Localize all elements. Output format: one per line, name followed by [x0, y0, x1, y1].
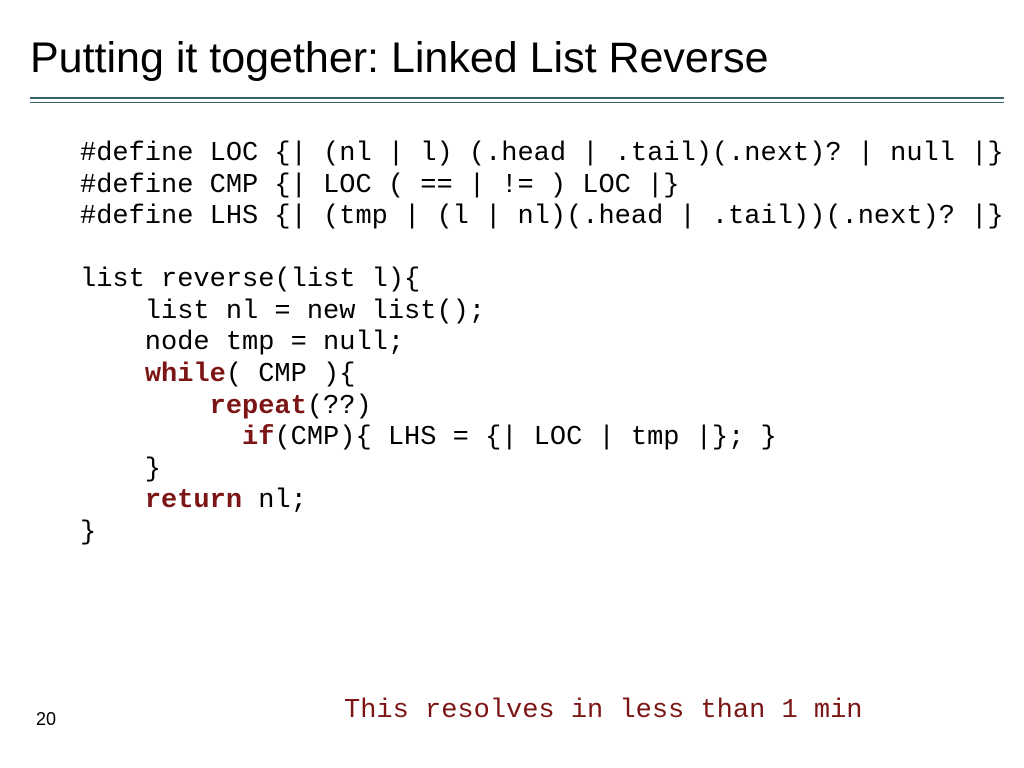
code-line-7: node tmp = null; — [80, 328, 404, 358]
code-line-3: #define LHS {| (tmp | (l | nl)(.head | .… — [80, 202, 1004, 232]
code-line-10: if(CMP){ LHS = {| LOC | tmp |}; } — [80, 423, 777, 453]
code-line-2: #define CMP {| LOC ( == | != ) LOC |} — [80, 171, 680, 201]
footnote: This resolves in less than 1 min — [344, 696, 862, 726]
code-line-12: return nl; — [80, 486, 307, 516]
code-line-1: #define LOC {| (nl | l) (.head | .tail)(… — [80, 139, 1004, 169]
code-block: #define LOC {| (nl | l) (.head | .tail)(… — [80, 139, 1004, 550]
code-line-13: } — [80, 518, 96, 548]
title-rule — [30, 97, 1004, 103]
code-line-11: } — [80, 455, 161, 485]
kw-if: if — [242, 423, 274, 453]
slide: Putting it together: Linked List Reverse… — [0, 0, 1024, 768]
code-line-9: repeat(??) — [80, 392, 372, 422]
slide-title: Putting it together: Linked List Reverse — [30, 34, 1004, 83]
page-number: 20 — [36, 709, 56, 730]
kw-return: return — [145, 486, 242, 516]
code-line-6: list nl = new list(); — [80, 297, 485, 327]
kw-repeat: repeat — [210, 392, 307, 422]
code-line-5: list reverse(list l){ — [80, 265, 420, 295]
code-line-8: while( CMP ){ — [80, 360, 355, 390]
kw-while: while — [145, 360, 226, 390]
